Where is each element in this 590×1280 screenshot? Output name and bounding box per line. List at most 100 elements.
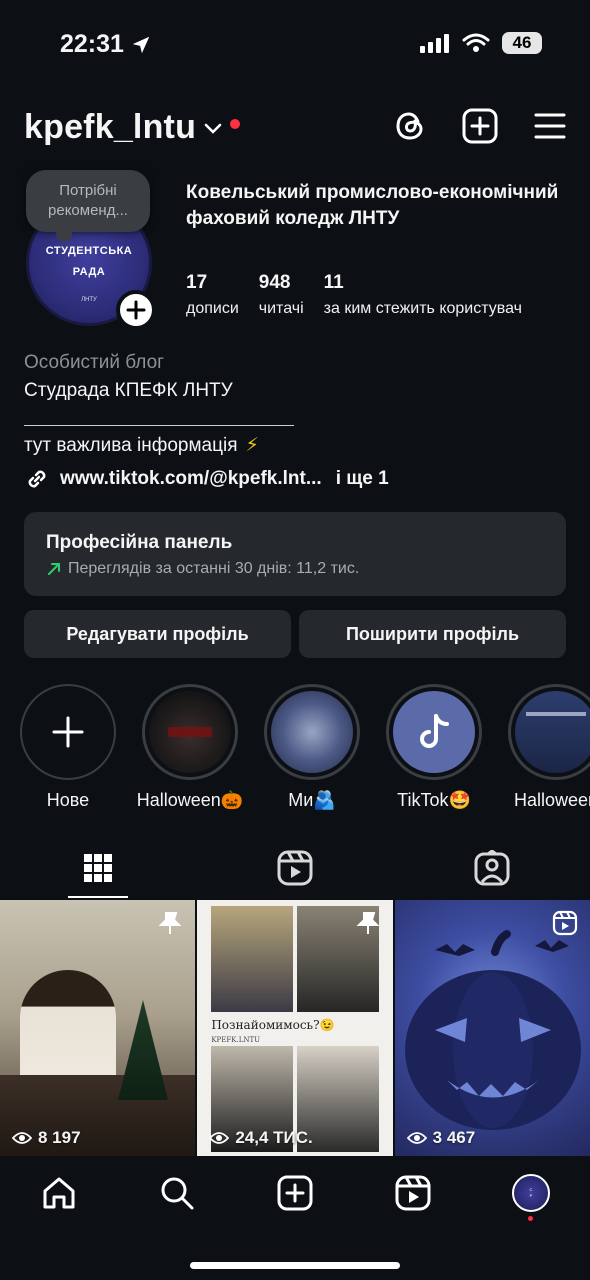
tiktok-icon [420, 714, 449, 748]
stat-followers-value: 948 [258, 272, 291, 293]
dashboard-subtitle: Переглядів за останні 30 днів: 11,2 тис. [68, 560, 360, 577]
stat-following[interactable]: 11 за ким стежить користувач [324, 272, 522, 318]
profile-avatar-small: СР [512, 1174, 550, 1212]
highlight-ring[interactable] [264, 684, 360, 780]
eye-icon [209, 1132, 230, 1144]
highlight-label: Halloween [513, 790, 590, 810]
status-bar: 22:31 46 [0, 0, 590, 90]
edit-profile-button[interactable]: Редагувати профіль [24, 610, 291, 658]
post-view-count-text: 24,4 ТИС. [235, 1128, 313, 1147]
plus-icon [52, 716, 84, 748]
bio-line-1: Студрада КПЕФК ЛНТУ [24, 380, 233, 401]
menu-icon[interactable] [534, 112, 566, 140]
tab-posts-grid[interactable] [0, 838, 197, 898]
post-caption-sub: KPEFK.LNTU [211, 1036, 261, 1044]
nav-reels[interactable] [383, 1163, 443, 1223]
highlight-cover [515, 691, 590, 773]
post-image-person [20, 970, 116, 1090]
status-time-text: 22:31 [60, 30, 124, 58]
post-view-count-text: 8 197 [38, 1128, 81, 1147]
avatar-subtext: ЛНТУ [81, 296, 97, 303]
tab-reels[interactable] [197, 838, 394, 898]
eye-icon [406, 1132, 427, 1144]
wifi-icon [462, 33, 490, 52]
reels-icon [277, 850, 313, 886]
highlight-us[interactable]: Ми🫂 [264, 684, 360, 811]
posts-grid: 8 197 Познайомимось?😉 KPEFK.LNTU 24,4 ТИ… [0, 900, 590, 1156]
tab-tagged[interactable] [393, 838, 590, 898]
bio-link-more[interactable]: і ще 1 [336, 468, 389, 490]
status-time: 22:31 [60, 30, 152, 59]
story-highlights: Нове Halloween🎃 Ми🫂 TikTok🤩 Halloween [20, 684, 590, 811]
post-image-tree [118, 1000, 168, 1100]
highlight-label: Нове [46, 790, 90, 810]
dashboard-subtitle-row: Переглядів за останні 30 днів: 11,2 тис. [46, 560, 544, 578]
highlight-ring[interactable] [386, 684, 482, 780]
pumpkin-illustration [404, 930, 581, 1130]
reel-icon [552, 910, 578, 936]
profile-note-bubble[interactable]: Потрібні рекоменд... [26, 170, 150, 242]
home-icon [43, 1177, 75, 1209]
bio-link[interactable]: www.tiktok.com/@kpefk.lnt... і ще 1 [24, 466, 389, 492]
threads-icon[interactable] [394, 109, 426, 143]
highlight-tiktok[interactable]: TikTok🤩 [386, 684, 482, 811]
profile-category: Особистий блог [24, 352, 165, 373]
stat-following-label: за ким стежить користувач [323, 300, 522, 317]
eye-icon [12, 1132, 32, 1144]
dashboard-title: Професійна панель [46, 532, 233, 553]
highlight-ring[interactable] [142, 684, 238, 780]
pin-icon [356, 912, 380, 934]
post-photo-1 [211, 906, 294, 1012]
reels-icon [395, 1175, 431, 1211]
search-icon [161, 1177, 194, 1210]
highlight-halloween[interactable]: Halloween🎃 [137, 684, 243, 811]
highlight-ring[interactable] [508, 684, 590, 780]
bio-emoji: ⚡ [245, 435, 259, 456]
add-story-button[interactable] [116, 290, 156, 330]
share-profile-button[interactable]: Поширити профіль [299, 610, 566, 658]
stat-followers-label: читачі [258, 300, 304, 317]
profile-stats: 17 дописи 948 читачі 11 за ким стежить к… [186, 272, 522, 318]
professional-dashboard[interactable]: Професійна панель Переглядів за останні … [24, 512, 566, 596]
post-view-count: 8 197 [12, 1128, 81, 1148]
home-indicator [190, 1262, 400, 1269]
stat-posts-label: дописи [186, 300, 239, 317]
nav-profile[interactable]: СР [501, 1163, 561, 1223]
bio-line-2-text: тут важлива інформація [24, 434, 238, 456]
bottom-navigation: СР [0, 1158, 590, 1228]
nav-search[interactable] [147, 1163, 207, 1223]
highlight-label: Ми🫂 [288, 790, 336, 810]
content-tabs [0, 838, 590, 898]
post-thumbnail[interactable]: Познайомимось?😉 KPEFK.LNTU 24,4 ТИС. [197, 900, 393, 1156]
avatar-text: СТУДЕНТСЬКА РАДА [45, 245, 133, 278]
nav-create[interactable] [265, 1163, 325, 1223]
create-icon [277, 1175, 313, 1211]
profile-actions: Редагувати профіль Поширити профіль [24, 610, 566, 658]
create-post-icon[interactable] [462, 108, 498, 144]
stat-posts[interactable]: 17 дописи [186, 272, 239, 318]
highlight-cover-art [168, 727, 212, 737]
post-view-count-text: 3 467 [432, 1128, 476, 1147]
link-icon [28, 470, 46, 488]
battery-indicator: 46 [502, 32, 542, 54]
trend-up-icon [48, 563, 60, 575]
highlight-new[interactable]: Нове [20, 684, 116, 811]
bio-divider [24, 425, 294, 426]
location-arrow-icon [132, 36, 150, 53]
stat-followers[interactable]: 948 читачі [259, 272, 304, 318]
highlight-new-ring[interactable] [20, 684, 116, 780]
highlight-halloween-2[interactable]: Halloween [508, 684, 590, 811]
post-caption: Познайомимось?😉 [211, 1018, 335, 1032]
highlight-label: Halloween🎃 [136, 790, 244, 810]
profile-header: kpefk_lntu [24, 104, 566, 150]
notification-dot [230, 119, 241, 129]
chevron-down-icon[interactable] [204, 123, 222, 135]
post-thumbnail[interactable]: 8 197 [0, 900, 196, 1156]
post-thumbnail[interactable]: 3 467 [394, 900, 590, 1156]
pin-icon [158, 912, 182, 934]
username-switcher[interactable]: kpefk_lntu [24, 108, 196, 147]
nav-home[interactable] [29, 1163, 89, 1223]
stat-posts-value: 17 [186, 272, 208, 293]
notification-dot [528, 1216, 533, 1221]
bio-link-text[interactable]: www.tiktok.com/@kpefk.lnt... [60, 468, 322, 490]
